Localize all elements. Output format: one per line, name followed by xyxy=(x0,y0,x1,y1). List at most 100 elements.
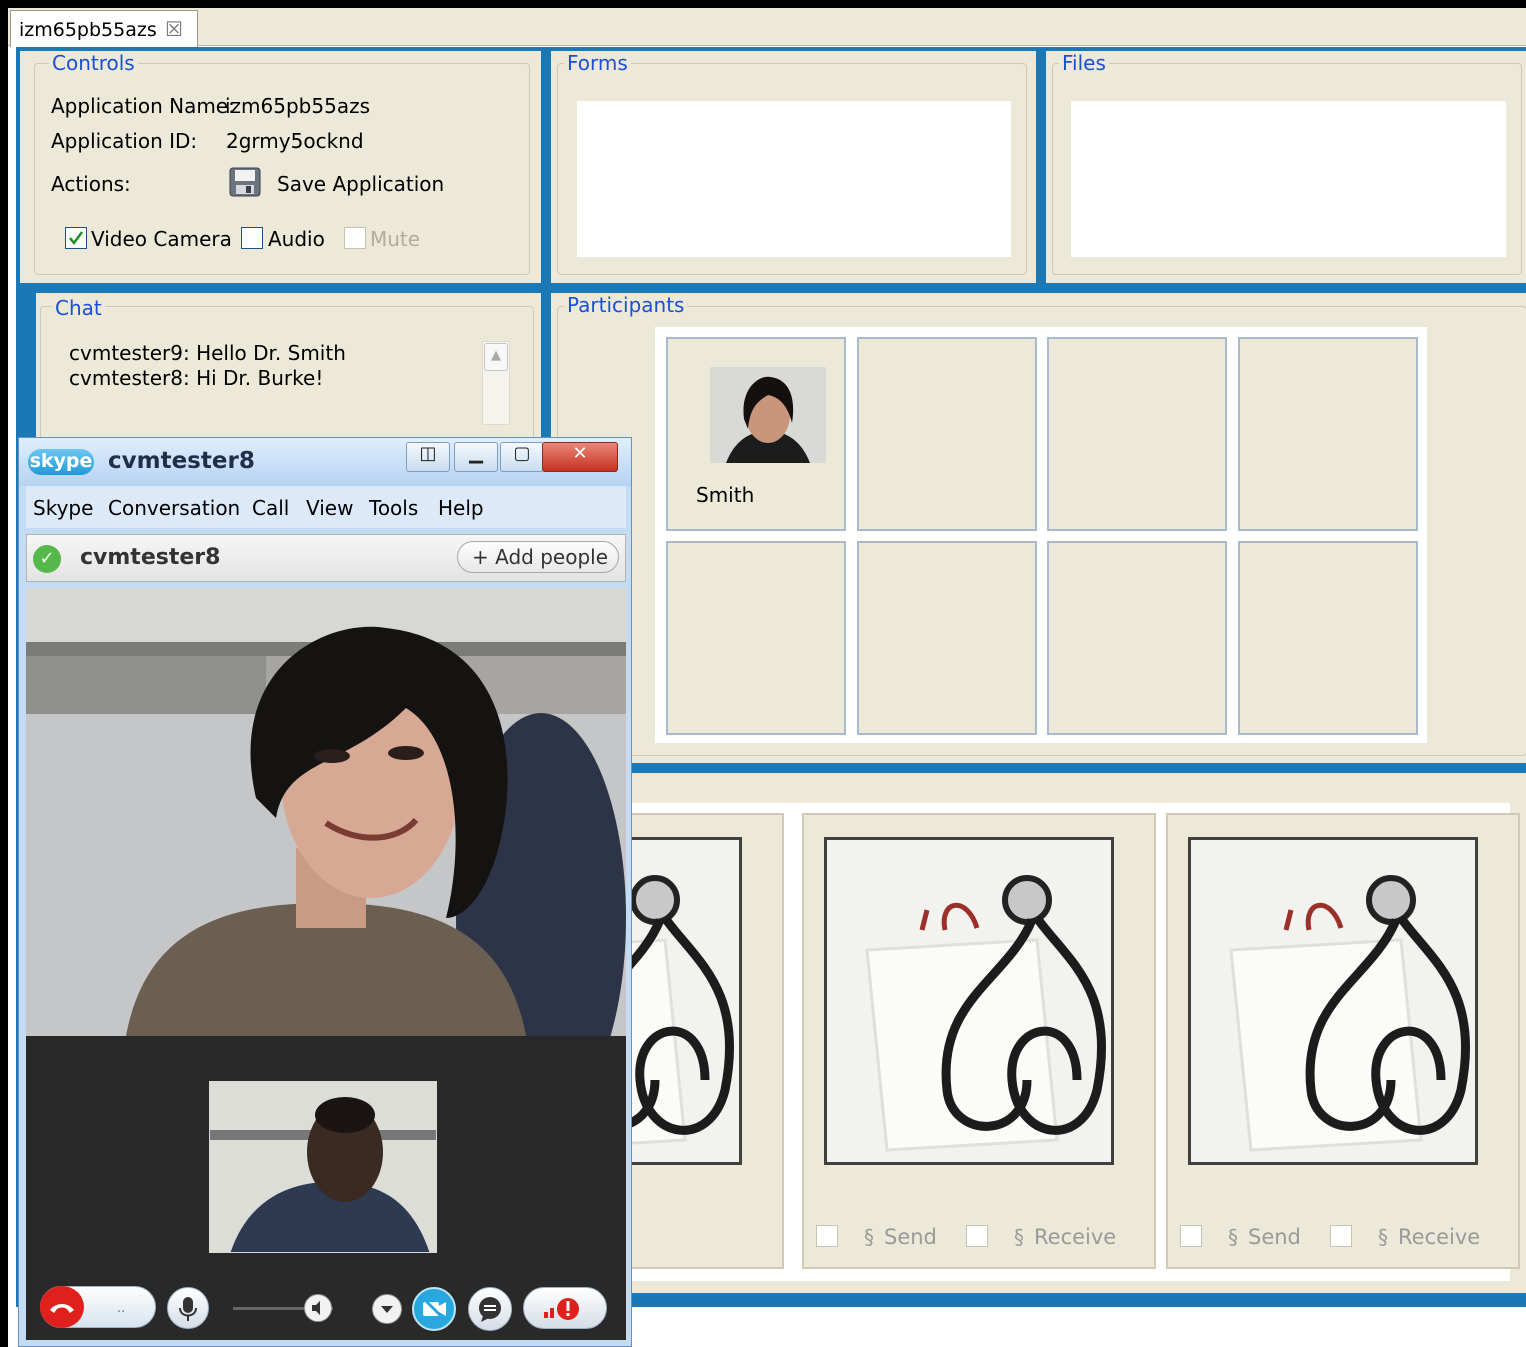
microphone-icon xyxy=(179,1297,197,1321)
audio-label: Audio xyxy=(268,227,325,251)
minimize-icon: ▁ xyxy=(469,443,483,464)
participant-avatar xyxy=(710,367,826,463)
controls-panel: Controls Application Name: izm65pb55azs … xyxy=(20,51,541,283)
chat-title: Chat xyxy=(52,297,105,319)
video-camera-checkbox[interactable] xyxy=(65,227,87,249)
audio-checkbox[interactable] xyxy=(241,227,263,249)
forms-list[interactable] xyxy=(577,101,1011,257)
save-icon[interactable] xyxy=(228,165,262,199)
mute-label: Mute xyxy=(370,227,421,251)
controls-title: Controls xyxy=(49,52,138,74)
skype-titlebar[interactable]: skype cvmtester8 ◫ ▁ ▢ ✕ xyxy=(19,438,631,486)
send-icon: § xyxy=(1228,1225,1238,1249)
video-tile: § Send § Receive xyxy=(802,813,1156,1269)
maximize-icon: ▢ xyxy=(513,443,531,464)
participant-cell[interactable] xyxy=(1238,337,1418,531)
receive-checkbox[interactable] xyxy=(966,1225,988,1247)
participant-cell[interactable]: Smith xyxy=(666,337,846,531)
stethoscope-image xyxy=(1188,837,1478,1165)
mute-checkbox[interactable] xyxy=(344,227,366,249)
participant-cell[interactable] xyxy=(1238,541,1418,735)
hangup-button[interactable] xyxy=(40,1286,84,1328)
stethoscope-image xyxy=(824,837,1114,1165)
skype-contact-bar: ✓ cvmtester8 + Add people xyxy=(26,534,626,582)
chat-scrollbar[interactable]: ▲ xyxy=(482,341,510,425)
menu-call[interactable]: Call xyxy=(252,496,289,520)
video-tile: § Send § Receive xyxy=(1166,813,1520,1269)
hangup-group[interactable]: .. xyxy=(40,1286,156,1328)
hangup-extra: .. xyxy=(117,1301,126,1316)
self-video xyxy=(209,1081,437,1253)
send-label: Send xyxy=(1248,1225,1301,1249)
files-list[interactable] xyxy=(1071,101,1506,257)
call-quality-button[interactable] xyxy=(523,1287,607,1329)
receive-control: § Receive xyxy=(1378,1225,1480,1249)
menu-view[interactable]: View xyxy=(306,496,353,520)
receive-icon: § xyxy=(1014,1225,1024,1249)
add-people-button[interactable]: + Add people xyxy=(457,541,619,573)
files-panel: Files xyxy=(1046,51,1526,283)
menu-conversation[interactable]: Conversation xyxy=(108,496,240,520)
participants-title: Participants xyxy=(564,294,688,316)
app-id-label: Application ID: xyxy=(51,129,198,153)
save-application-button[interactable]: Save Application xyxy=(277,172,444,196)
maximize-button[interactable]: ▢ xyxy=(500,442,544,472)
skype-window[interactable]: skype cvmtester8 ◫ ▁ ▢ ✕ Skype Conversat… xyxy=(18,437,632,1347)
skype-logo: skype xyxy=(28,449,94,475)
microphone-button[interactable] xyxy=(167,1287,209,1329)
forms-panel: Forms xyxy=(551,51,1036,283)
participant-cell[interactable] xyxy=(857,337,1037,531)
send-icon: § xyxy=(864,1225,874,1249)
im-button[interactable] xyxy=(468,1287,512,1331)
volume-icon[interactable] xyxy=(304,1294,332,1322)
chat-message: cvmtester8: Hi Dr. Burke! xyxy=(69,366,324,390)
app-name-value: izm65pb55azs xyxy=(225,94,370,118)
close-button[interactable]: ✕ xyxy=(542,442,618,472)
app-id-value: 2grmy5ocknd xyxy=(226,129,364,153)
scroll-up-icon[interactable]: ▲ xyxy=(484,343,508,371)
remote-video xyxy=(26,588,626,1036)
menu-skype[interactable]: Skype xyxy=(33,496,93,520)
participant-cell[interactable] xyxy=(857,541,1037,735)
participant-cell[interactable] xyxy=(1047,337,1227,531)
participant-name: Smith xyxy=(696,483,755,507)
skype-window-title: cvmtester8 xyxy=(108,448,255,474)
add-people-label: Add people xyxy=(495,545,608,569)
participants-panel: Participants Smith xyxy=(551,293,1526,763)
close-icon[interactable]: ☒ xyxy=(165,17,183,41)
skype-menubar: Skype Conversation Call View Tools Help xyxy=(26,486,626,528)
window-border-top xyxy=(0,0,1526,8)
app-window: izm65pb55azs ☒ Controls Application Name… xyxy=(0,0,1526,1347)
skype-video-area: .. xyxy=(26,588,626,1340)
tab-title: izm65pb55azs xyxy=(19,19,157,41)
menu-help[interactable]: Help xyxy=(438,496,484,520)
send-label: Send xyxy=(884,1225,937,1249)
app-name-label: Application Name: xyxy=(51,94,235,118)
chevron-down-icon[interactable] xyxy=(372,1294,402,1324)
tab-strip xyxy=(8,8,1526,46)
actions-label: Actions: xyxy=(51,172,131,196)
video-toggle-button[interactable] xyxy=(412,1287,456,1331)
receive-control: § Receive xyxy=(1014,1225,1116,1249)
receive-checkbox[interactable] xyxy=(1330,1225,1352,1247)
tab-application[interactable]: izm65pb55azs ☒ xyxy=(10,10,198,47)
close-icon: ✕ xyxy=(572,443,588,464)
send-checkbox[interactable] xyxy=(1180,1225,1202,1247)
send-receive-row: § Send § Receive xyxy=(1180,1225,1518,1253)
online-status-icon: ✓ xyxy=(33,545,61,573)
video-off-icon xyxy=(421,1296,448,1323)
participant-cell[interactable] xyxy=(1047,541,1227,735)
minimize-button[interactable]: ▁ xyxy=(454,442,498,472)
send-checkbox[interactable] xyxy=(816,1225,838,1247)
send-control: § Send xyxy=(864,1225,937,1249)
chat-message: cvmtester9: Hello Dr. Smith xyxy=(69,341,346,365)
compact-view-button[interactable]: ◫ xyxy=(406,442,450,472)
menu-tools[interactable]: Tools xyxy=(369,496,418,520)
forms-title: Forms xyxy=(564,52,631,74)
video-camera-label: Video Camera xyxy=(91,227,232,251)
compact-view-icon: ◫ xyxy=(419,443,437,464)
send-control: § Send xyxy=(1228,1225,1301,1249)
video-panel: §Receive§Send§Receive§Send§Receive xyxy=(430,773,1526,1293)
participant-cell[interactable] xyxy=(666,541,846,735)
send-receive-row: § Send § Receive xyxy=(816,1225,1154,1253)
